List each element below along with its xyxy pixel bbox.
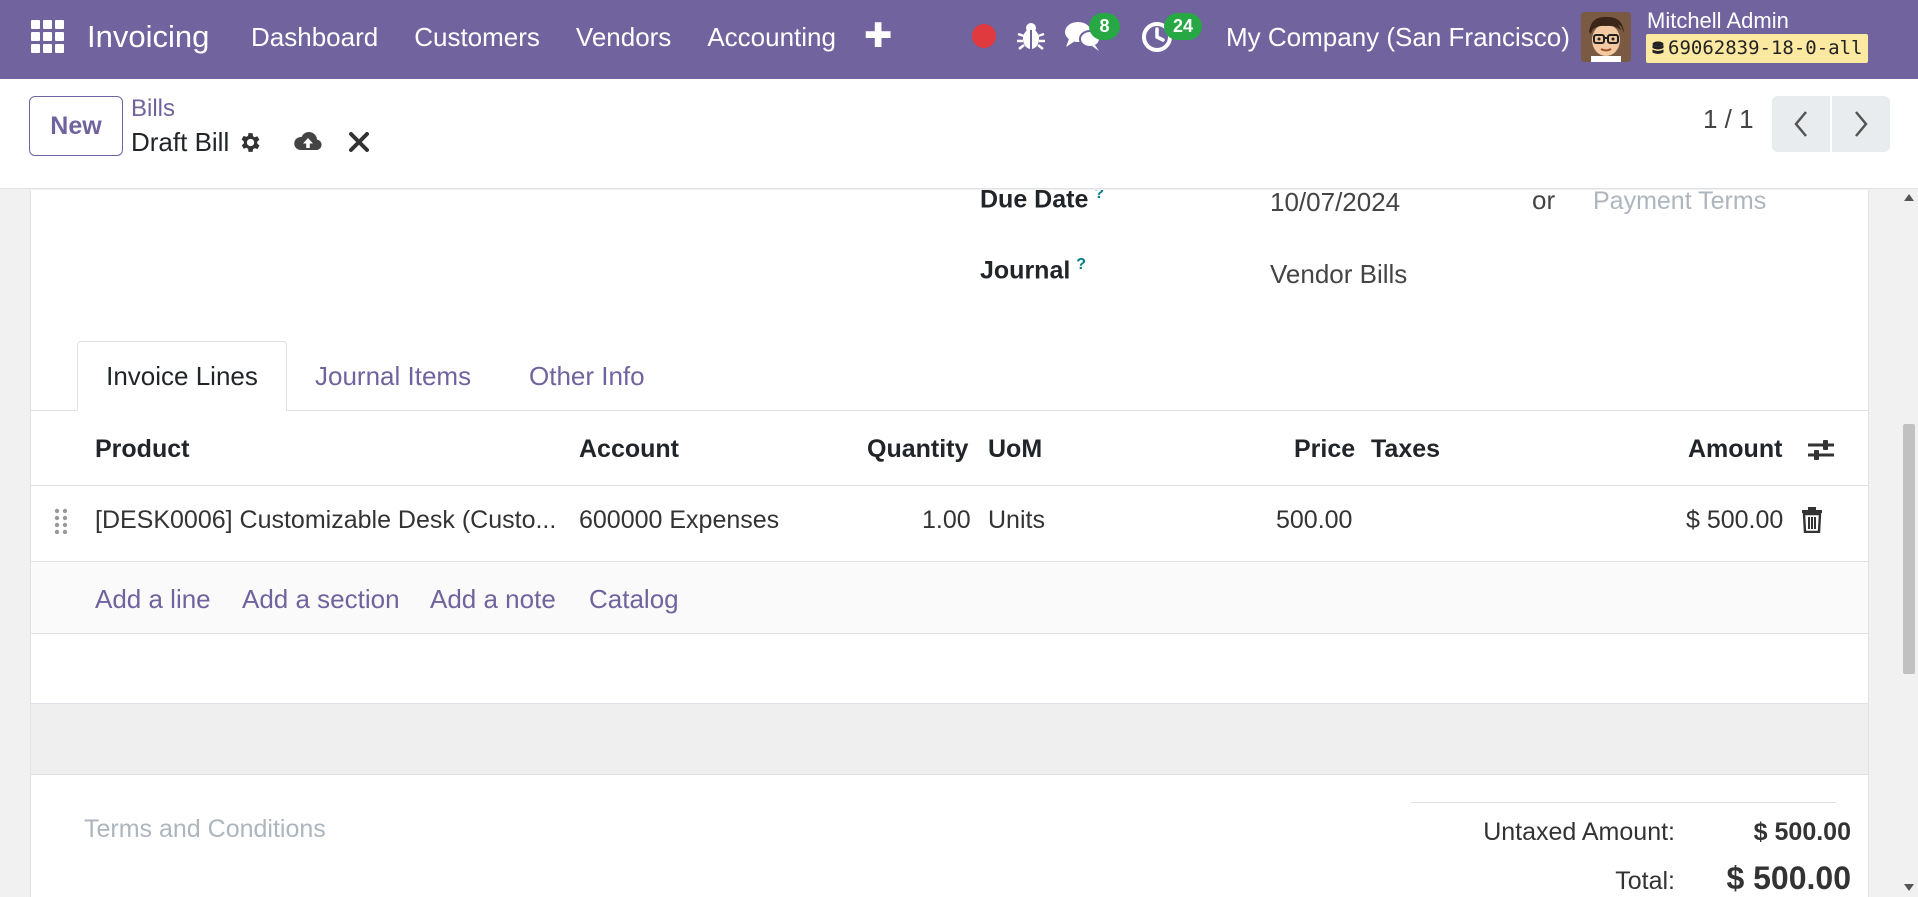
line-price[interactable]: 500.00 — [1276, 506, 1352, 535]
column-taxes[interactable]: Taxes — [1371, 435, 1440, 464]
pager-next-button[interactable] — [1832, 96, 1890, 152]
column-product[interactable]: Product — [95, 435, 189, 464]
due-date-field[interactable]: 10/07/2024 — [1270, 190, 1400, 218]
save-cloud-icon[interactable] — [293, 129, 323, 155]
add-line-link[interactable]: Add a line — [95, 584, 211, 615]
journal-field[interactable]: Vendor Bills — [1270, 259, 1407, 290]
pager-counter[interactable]: 1 / 1 — [1703, 104, 1754, 135]
tab-other-info[interactable]: Other Info — [529, 341, 645, 411]
company-switcher[interactable]: My Company (San Francisco) — [1226, 22, 1570, 53]
plus-icon[interactable]: ✚ — [864, 16, 893, 56]
tab-journal-items[interactable]: Journal Items — [315, 341, 471, 411]
due-date-label: Due Date? — [980, 190, 1104, 214]
database-name: 69062839-18-0-all — [1668, 37, 1863, 59]
total-value: $ 500.00 — [1726, 860, 1851, 896]
menu-dashboard[interactable]: Dashboard — [251, 22, 378, 53]
record-icon[interactable] — [972, 24, 996, 48]
drag-handle-icon[interactable] — [54, 508, 68, 534]
or-text: or — [1532, 190, 1556, 215]
column-amount[interactable]: Amount — [1688, 435, 1782, 464]
user-name[interactable]: Mitchell Admin — [1647, 8, 1789, 34]
database-badge: 69062839-18-0-all — [1646, 34, 1869, 63]
column-quantity[interactable]: Quantity — [867, 435, 968, 464]
due-date-help-icon[interactable]: ? — [1094, 190, 1104, 202]
breadcrumb-bills[interactable]: Bills — [131, 95, 175, 123]
column-account[interactable]: Account — [579, 435, 679, 464]
journal-label-text: Journal — [980, 256, 1071, 285]
journal-label: Journal? — [980, 256, 1086, 285]
line-uom[interactable]: Units — [988, 506, 1045, 535]
pager-previous-button[interactable] — [1772, 96, 1830, 152]
payment-terms-field[interactable]: Payment Terms — [1593, 190, 1766, 216]
page-scrollbar[interactable] — [1900, 190, 1918, 897]
menu-accounting[interactable]: Accounting — [707, 22, 836, 53]
untaxed-amount-label: Untaxed Amount: — [1483, 818, 1675, 846]
line-account[interactable]: 600000 Expenses — [579, 506, 779, 535]
scroll-up-arrow-icon[interactable] — [1904, 194, 1914, 201]
line-amount: $ 500.00 — [1686, 506, 1784, 534]
top-navbar: Invoicing Dashboard Customers Vendors Ac… — [0, 0, 1918, 79]
scrollbar-thumb[interactable] — [1903, 424, 1915, 674]
chat-count-badge: 8 — [1089, 13, 1120, 40]
tab-invoice-lines[interactable]: Invoice Lines — [77, 341, 287, 411]
line-quantity[interactable]: 1.00 — [922, 506, 971, 535]
menu-vendors[interactable]: Vendors — [576, 22, 671, 53]
breadcrumb-current: Draft Bill — [131, 127, 230, 157]
user-avatar[interactable] — [1581, 12, 1631, 62]
main-menu: Dashboard Customers Vendors Accounting — [251, 22, 872, 53]
add-row-divider — [31, 633, 1868, 634]
chevron-left-icon — [1794, 111, 1807, 137]
untaxed-amount-value: $ 500.00 — [1753, 818, 1851, 846]
database-icon — [1652, 41, 1664, 54]
gear-icon[interactable] — [237, 130, 262, 155]
apps-menu-icon[interactable] — [31, 20, 64, 53]
header-divider — [31, 485, 1868, 486]
bug-icon[interactable] — [1016, 20, 1046, 52]
line-product[interactable]: [DESK0006] Customizable Desk (Custo... — [95, 506, 556, 535]
new-button[interactable]: New — [29, 96, 123, 156]
journal-help-icon[interactable]: ? — [1076, 256, 1086, 273]
add-section-link[interactable]: Add a section — [242, 584, 400, 615]
totals-divider — [1411, 802, 1836, 803]
trash-icon[interactable] — [1801, 507, 1823, 533]
discard-close-icon[interactable] — [346, 129, 372, 155]
column-price[interactable]: Price — [1294, 435, 1355, 464]
form-sheet: Due Date? 10/07/2024 or Payment Terms Jo… — [30, 190, 1869, 897]
terms-and-conditions-field[interactable]: Terms and Conditions — [84, 815, 326, 844]
optional-columns-icon[interactable] — [1806, 437, 1836, 463]
total-label: Total: — [1615, 867, 1675, 895]
due-date-label-text: Due Date — [980, 190, 1089, 214]
scroll-down-arrow-icon[interactable] — [1904, 884, 1914, 891]
app-name[interactable]: Invoicing — [87, 19, 209, 55]
activity-count-badge: 24 — [1164, 13, 1202, 40]
table-footer-band — [31, 703, 1868, 775]
control-panel: New Bills Draft Bill 1 / 1 — [0, 79, 1918, 189]
chevron-right-icon — [1855, 111, 1868, 137]
add-note-link[interactable]: Add a note — [430, 584, 556, 615]
column-uom[interactable]: UoM — [988, 435, 1042, 464]
catalog-link[interactable]: Catalog — [589, 584, 679, 615]
menu-customers[interactable]: Customers — [414, 22, 540, 53]
tabs-divider — [31, 410, 1868, 411]
